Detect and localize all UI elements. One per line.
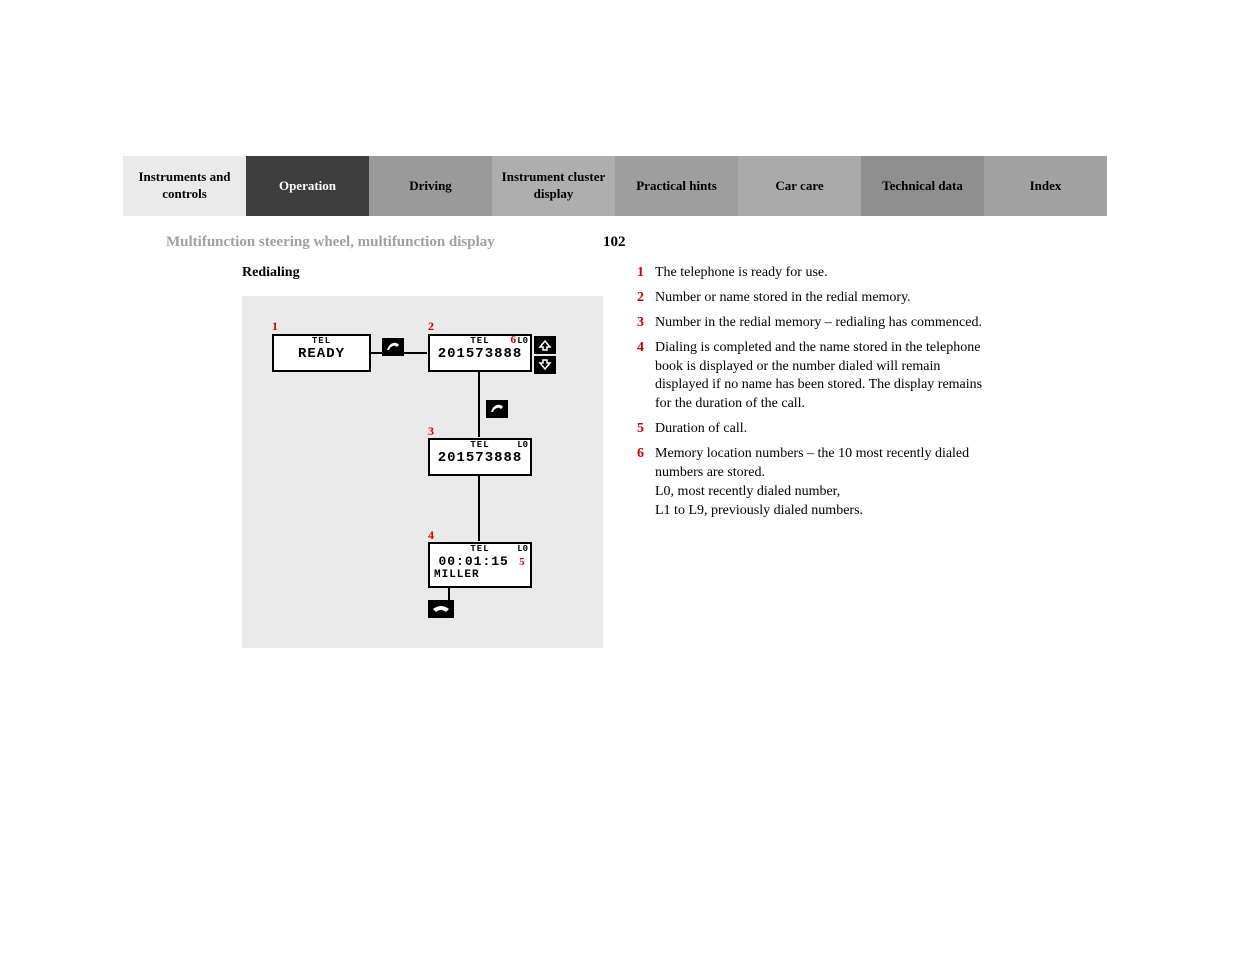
call-duration: 00:01:15 [438,554,508,569]
legend-num: 3 [637,314,655,333]
marker-5-inline: 5 [519,556,525,568]
arrow-down-icon [534,356,556,374]
legend-num: 1 [637,264,655,283]
tel-label: TEL [430,544,530,554]
connector [448,586,450,600]
tab-instruments[interactable]: Instruments and controls [123,156,246,216]
legend-item: 3 Number in the redial memory – redialin… [637,314,997,333]
marker-1: 1 [272,319,278,334]
l0-label: L0 [517,336,528,346]
l0-label: L0 [517,440,528,450]
legend-text: Dialing is completed and the name stored… [655,339,997,415]
legend-text: Number or name stored in the redial memo… [655,289,997,308]
tab-technical-data[interactable]: Technical data [861,156,984,216]
nav-tabs: Instruments and controls Operation Drivi… [123,156,1107,216]
phone-offhook-icon [486,400,508,418]
marker-3: 3 [428,424,434,439]
display-box-3: TEL L0 201573888 [428,438,532,476]
tel-label: TEL [274,336,369,346]
legend-item: 5 Duration of call. [637,420,997,439]
phone-onhook-icon [428,600,454,618]
tab-cluster-display[interactable]: Instrument cluster display [492,156,615,216]
marker-4: 4 [428,528,434,543]
legend-list: 1 The telephone is ready for use. 2 Numb… [637,264,997,527]
phone-offhook-icon [382,338,404,356]
marker-6-inline: 6 [511,334,517,346]
tab-operation[interactable]: Operation [246,156,369,216]
display-box-1: TEL READY [272,334,371,372]
display-box-4: TEL L0 00:01:15 5 MILLER [428,542,532,588]
legend-num: 4 [637,339,655,415]
legend-text: Duration of call. [655,420,997,439]
diagram: 1 TEL READY 2 TEL L0 6 201573888 3 TEL L… [242,296,603,648]
page-number: 102 [603,234,626,251]
number-display: 201573888 [430,346,530,362]
tab-car-care[interactable]: Car care [738,156,861,216]
legend-text: The telephone is ready for use. [655,264,997,283]
section-title: Multifunction steering wheel, multifunct… [166,234,495,251]
tab-index[interactable]: Index [984,156,1107,216]
marker-2: 2 [428,319,434,334]
connector [478,370,480,437]
legend-item: 1 The telephone is ready for use. [637,264,997,283]
display-box-2: TEL L0 6 201573888 [428,334,532,372]
arrow-up-icon [534,336,556,354]
legend-text: Memory location numbers – the 10 most re… [655,445,997,521]
number-display: 201573888 [430,450,530,466]
subheading: Redialing [242,265,300,281]
ready-label: READY [274,346,369,362]
legend-text: Number in the redial memory – redialing … [655,314,997,333]
tab-driving[interactable]: Driving [369,156,492,216]
l0-label: L0 [517,544,528,554]
legend-item: 4 Dialing is completed and the name stor… [637,339,997,415]
legend-item: 2 Number or name stored in the redial me… [637,289,997,308]
legend-num: 5 [637,420,655,439]
legend-num: 2 [637,289,655,308]
caller-name: MILLER [430,569,530,581]
tel-label: TEL [430,440,530,450]
legend-item: 6 Memory location numbers – the 10 most … [637,445,997,521]
legend-num: 6 [637,445,655,521]
connector [478,474,480,541]
tab-practical-hints[interactable]: Practical hints [615,156,738,216]
